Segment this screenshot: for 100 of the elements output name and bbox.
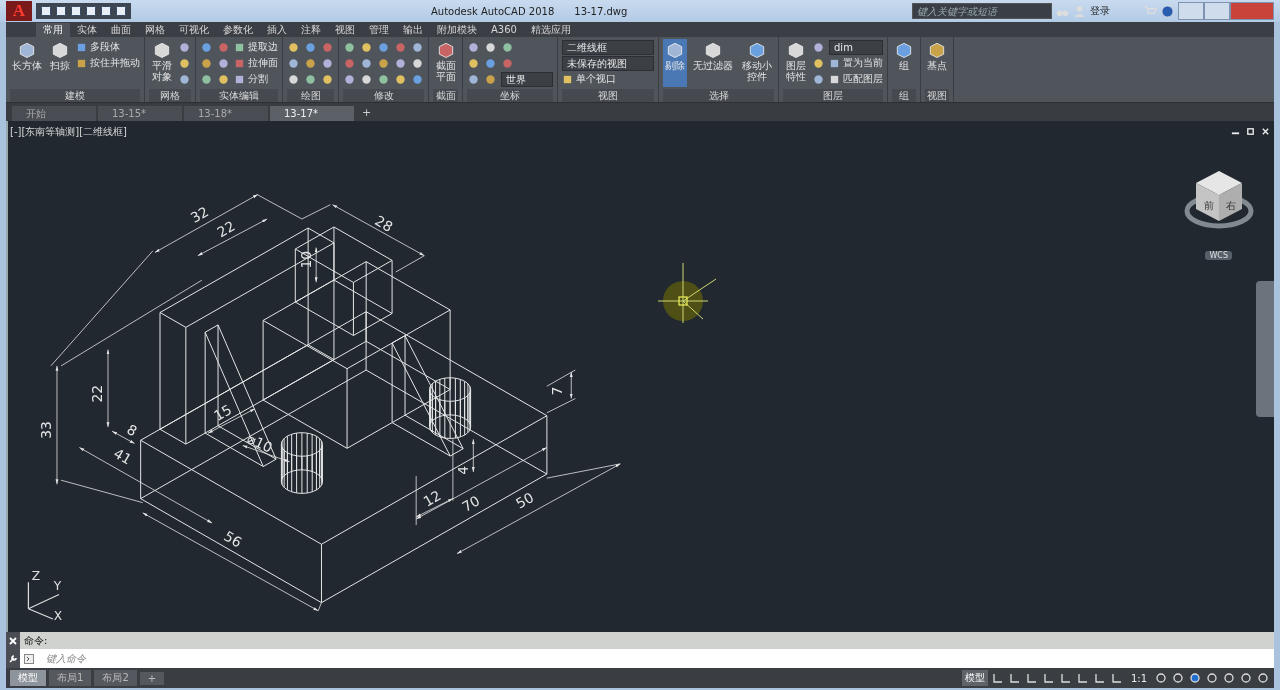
tool-icon[interactable] xyxy=(484,72,497,86)
status-toggle-icon[interactable] xyxy=(1188,671,1202,685)
tool-icon[interactable] xyxy=(200,56,213,70)
panel-title[interactable]: 图层 xyxy=(783,89,883,102)
tool-icon[interactable] xyxy=(178,72,191,86)
tool-icon[interactable] xyxy=(394,56,407,70)
tool-icon[interactable] xyxy=(304,40,317,54)
ribbon-tab[interactable]: 实体 xyxy=(70,23,104,37)
viewport-controls-label[interactable]: [-][东南等轴测][二维线框] xyxy=(10,125,128,139)
ribbon-large-button[interactable]: 移动小控件 xyxy=(739,39,774,87)
tool-icon[interactable] xyxy=(287,56,300,70)
ribbon-tab[interactable]: 常用 xyxy=(36,23,70,37)
status-toggle-icon[interactable] xyxy=(990,671,1005,685)
layout-tab[interactable]: 布局1 xyxy=(49,670,92,686)
tool-icon[interactable] xyxy=(377,40,390,54)
viewcube-face-label[interactable]: 前 xyxy=(1204,199,1214,213)
tool-icon[interactable] xyxy=(501,40,514,54)
minimize-button[interactable] xyxy=(1178,2,1204,20)
tool-icon[interactable] xyxy=(287,72,300,86)
ribbon-tab[interactable]: 输出 xyxy=(396,23,430,37)
ribbon-large-button[interactable]: 剔除 xyxy=(663,39,687,87)
quick-access-icon[interactable] xyxy=(55,5,67,17)
ribbon-button[interactable]: 匹配图层 xyxy=(829,72,883,86)
ribbon-large-button[interactable]: 无过滤器 xyxy=(691,39,735,87)
quick-access-icon[interactable] xyxy=(100,5,112,17)
ribbon-large-button[interactable]: 图层特性 xyxy=(783,39,808,87)
wrench-icon[interactable] xyxy=(8,654,18,664)
panel-title[interactable]: 视图 xyxy=(925,89,949,102)
status-toggle-icon[interactable] xyxy=(1058,671,1073,685)
wcs-button[interactable]: WCS xyxy=(1205,251,1232,260)
tool-icon[interactable] xyxy=(411,56,424,70)
status-toggle-icon[interactable] xyxy=(1109,671,1124,685)
tool-icon[interactable] xyxy=(200,72,213,86)
panel-title[interactable]: 坐标 xyxy=(467,89,553,102)
new-tab-button[interactable]: + xyxy=(356,106,378,121)
new-layout-button[interactable]: + xyxy=(139,671,165,685)
tool-icon[interactable] xyxy=(411,40,424,54)
file-tab[interactable]: 13-18* xyxy=(184,106,268,121)
file-tab[interactable]: 13-15* xyxy=(98,106,182,121)
ribbon-large-button[interactable]: 组 xyxy=(892,39,916,87)
ribbon-button[interactable]: 单个视口 xyxy=(562,72,654,86)
tool-icon[interactable] xyxy=(343,40,356,54)
ribbon-tab[interactable]: 曲面 xyxy=(104,23,138,37)
tool-icon[interactable] xyxy=(321,56,334,70)
file-tab[interactable]: 13-17* xyxy=(270,106,354,121)
restore-icon[interactable] xyxy=(1246,127,1255,136)
status-toggle-icon[interactable] xyxy=(1222,671,1236,685)
ribbon-dropdown[interactable]: dim xyxy=(829,39,883,55)
ribbon-button[interactable]: 提取边 xyxy=(234,40,278,54)
ribbon-large-button[interactable]: 长方体 xyxy=(10,39,44,87)
file-tab[interactable]: 开始 xyxy=(12,106,96,121)
tool-icon[interactable] xyxy=(394,72,407,86)
quick-access-icon[interactable] xyxy=(115,5,127,17)
tool-icon[interactable] xyxy=(304,72,317,86)
ribbon-tab[interactable]: 参数化 xyxy=(216,23,260,37)
panel-title[interactable]: 绘图 xyxy=(287,89,334,102)
status-toggle-icon[interactable] xyxy=(1075,671,1090,685)
tool-icon[interactable] xyxy=(287,40,300,54)
panel-title[interactable]: 网格 xyxy=(149,89,191,102)
ribbon-large-button[interactable]: 扫掠 xyxy=(48,39,72,87)
tool-icon[interactable] xyxy=(377,56,390,70)
tool-icon[interactable] xyxy=(217,72,230,86)
ribbon-dropdown[interactable]: 二维线框 xyxy=(562,39,654,55)
tool-icon[interactable] xyxy=(360,40,373,54)
tool-icon[interactable] xyxy=(411,72,424,86)
ribbon-large-button[interactable]: 平滑对象 xyxy=(149,39,174,87)
ribbon-tab[interactable]: 注释 xyxy=(294,23,328,37)
tool-icon[interactable] xyxy=(812,72,825,86)
tool-icon[interactable] xyxy=(343,72,356,86)
ribbon-tab[interactable]: 网格 xyxy=(138,23,172,37)
status-toggle-icon[interactable] xyxy=(1007,671,1022,685)
tool-icon[interactable] xyxy=(178,40,191,54)
panel-title[interactable]: 选择 xyxy=(663,89,774,102)
tool-icon[interactable] xyxy=(467,56,480,70)
status-toggle-icon[interactable] xyxy=(1205,671,1219,685)
status-toggle-icon[interactable] xyxy=(1154,671,1168,685)
ribbon-button[interactable]: 置为当前 xyxy=(829,56,883,70)
ribbon-button[interactable]: 多段体 xyxy=(76,40,140,54)
ribbon-dropdown[interactable]: 未保存的视图 xyxy=(562,55,654,71)
ribbon-tab[interactable]: 可视化 xyxy=(172,23,216,37)
ribbon-tab[interactable]: 视图 xyxy=(328,23,362,37)
tool-icon[interactable] xyxy=(304,56,317,70)
ribbon-dropdown[interactable]: 世界 xyxy=(501,71,553,87)
panel-title[interactable]: 建模 xyxy=(10,89,140,102)
annotation-scale-button[interactable]: 1:1 xyxy=(1126,672,1151,684)
command-input-field[interactable]: 键入命令 xyxy=(44,652,1274,665)
command-input-bar[interactable]: 键入命令 xyxy=(20,649,1274,668)
viewcube-face-label[interactable]: 右 xyxy=(1226,199,1236,213)
help-icon[interactable] xyxy=(1161,4,1174,18)
tool-icon[interactable] xyxy=(812,40,825,54)
status-toggle-icon[interactable] xyxy=(1041,671,1056,685)
model-space-button[interactable]: 模型 xyxy=(961,670,988,686)
panel-title[interactable]: 修改 xyxy=(343,89,424,102)
status-toggle-icon[interactable] xyxy=(1024,671,1039,685)
panel-title[interactable]: 截面 xyxy=(433,89,458,102)
status-toggle-icon[interactable] xyxy=(1256,671,1270,685)
tool-icon[interactable] xyxy=(467,72,480,86)
tool-icon[interactable] xyxy=(377,72,390,86)
ribbon-button[interactable]: 分割 xyxy=(234,72,278,86)
panel-title[interactable]: 实体编辑 xyxy=(200,89,278,102)
